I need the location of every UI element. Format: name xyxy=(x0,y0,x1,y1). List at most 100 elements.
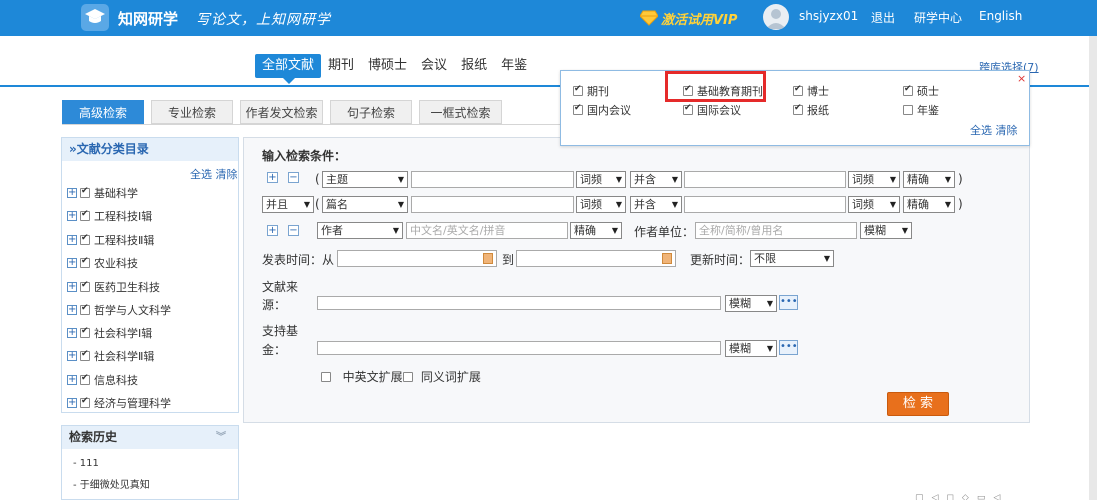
expand-icon[interactable]: + xyxy=(67,258,77,268)
frequency-select-1b[interactable]: 词频 ▼ xyxy=(848,171,900,188)
sidebar-item[interactable]: + 信息科技 xyxy=(67,372,138,388)
history-header[interactable]: 检索历史 ︾ xyxy=(62,426,238,449)
checkbox[interactable] xyxy=(403,371,413,382)
expand-icon[interactable]: + xyxy=(67,282,77,292)
author-unit-input[interactable]: 全称/简称/曾用名 xyxy=(695,222,857,239)
expand-icon[interactable]: + xyxy=(67,235,77,245)
checkbox[interactable] xyxy=(80,280,90,292)
expand-icon[interactable]: + xyxy=(67,211,77,221)
checkbox[interactable] xyxy=(80,186,90,198)
sidebar-item[interactable]: + 社会科学Ⅱ辑 xyxy=(67,348,154,364)
checkbox[interactable] xyxy=(80,349,90,361)
sidebar-select-all[interactable]: 全选 xyxy=(190,168,212,181)
sidebar-item[interactable]: + 工程科技Ⅰ辑 xyxy=(67,208,152,224)
sidebar-item[interactable]: + 工程科技Ⅱ辑 xyxy=(67,232,154,248)
checkbox[interactable] xyxy=(573,84,583,96)
close-icon[interactable]: × xyxy=(1017,72,1026,85)
history-item[interactable]: - 于细微处见真知 xyxy=(73,476,150,491)
sidebar-item[interactable]: + 医药卫生科技 xyxy=(67,279,160,295)
tab-thesis[interactable]: 博硕士 xyxy=(361,54,414,78)
db-option-master[interactable]: 硕士 xyxy=(903,83,939,99)
db-option-domestic-conference[interactable]: 国内会议 xyxy=(573,102,631,118)
db-option-doctor[interactable]: 博士 xyxy=(793,83,829,99)
sidebar-item[interactable]: + 社会科学Ⅰ辑 xyxy=(67,325,152,341)
db-option-intl-conference[interactable]: 国际会议 xyxy=(683,102,741,118)
db-option-newspaper[interactable]: 报纸 xyxy=(793,102,829,118)
source-input[interactable] xyxy=(317,296,721,310)
checkbox[interactable] xyxy=(80,326,90,338)
expand-icon[interactable]: + xyxy=(67,351,77,361)
checkbox[interactable] xyxy=(80,233,90,245)
popup-select-all[interactable]: 全选 xyxy=(970,124,992,137)
calendar-icon[interactable] xyxy=(483,253,493,264)
tab-sentence-search[interactable]: 句子检索 xyxy=(330,100,412,124)
sidebar-item[interactable]: + 哲学与人文科学 xyxy=(67,302,171,318)
source-match-select[interactable]: 模糊 ▼ xyxy=(725,295,777,312)
username[interactable]: shsjyzx01 xyxy=(799,9,858,23)
expand-icon[interactable]: + xyxy=(67,375,77,385)
match-select-1[interactable]: 精确 ▼ xyxy=(903,171,955,188)
checkbox[interactable] xyxy=(573,103,583,115)
checkbox[interactable] xyxy=(80,396,90,408)
fund-match-select[interactable]: 模糊 ▼ xyxy=(725,340,777,357)
sidebar-clear[interactable]: 清除 xyxy=(216,168,238,181)
keyword-input-2b[interactable] xyxy=(684,196,846,213)
cn-en-expand-option[interactable]: 中英文扩展 xyxy=(321,368,403,385)
checkbox[interactable] xyxy=(793,84,803,96)
remove-row-icon[interactable]: − xyxy=(288,172,299,183)
tab-advanced-search[interactable]: 高级检索 xyxy=(62,100,144,124)
sidebar-item[interactable]: + 基础科学 xyxy=(67,185,138,201)
checkbox[interactable] xyxy=(80,373,90,385)
history-item[interactable]: - 111 xyxy=(73,458,99,469)
sidebar-item[interactable]: + 农业科技 xyxy=(67,255,138,271)
english-link[interactable]: English xyxy=(979,9,1022,23)
expand-icon[interactable]: + xyxy=(67,188,77,198)
popup-clear[interactable]: 清除 xyxy=(996,124,1018,137)
field-select-2[interactable]: 篇名 ▼ xyxy=(322,196,408,213)
match-select-2[interactable]: 精确 ▼ xyxy=(903,196,955,213)
logo[interactable] xyxy=(81,4,109,31)
logout-link[interactable]: 退出 xyxy=(871,9,895,26)
field-select-1[interactable]: 主题 ▼ xyxy=(322,171,408,188)
expand-icon[interactable]: + xyxy=(67,305,77,315)
tab-newspaper[interactable]: 报纸 xyxy=(454,54,494,78)
remove-row-icon[interactable]: − xyxy=(288,225,299,236)
avatar[interactable] xyxy=(763,4,789,30)
tab-all-documents[interactable]: 全部文献 xyxy=(255,54,322,78)
tab-author-search[interactable]: 作者发文检索 xyxy=(240,100,323,124)
checkbox[interactable] xyxy=(793,103,803,115)
add-row-icon[interactable]: + xyxy=(267,172,278,183)
date-from-input[interactable] xyxy=(337,250,497,267)
calendar-icon[interactable] xyxy=(662,253,672,264)
page-scrollbar[interactable] xyxy=(1089,36,1097,500)
checkbox[interactable] xyxy=(903,84,913,96)
synonym-expand-option[interactable]: 同义词扩展 xyxy=(403,368,481,385)
tab-yearbook[interactable]: 年鉴 xyxy=(494,54,534,78)
collapse-chevron-icon[interactable]: ︾ xyxy=(216,426,226,449)
brand-name[interactable]: 知网研学 xyxy=(118,8,178,29)
checkbox[interactable] xyxy=(903,105,913,115)
logic-select-1[interactable]: 并含 ▼ xyxy=(630,171,682,188)
frequency-select-1[interactable]: 词频 ▼ xyxy=(576,171,626,188)
vip-link[interactable]: 激活试用VIP xyxy=(640,8,737,28)
checkbox[interactable] xyxy=(80,209,90,221)
expand-icon[interactable]: + xyxy=(67,398,77,408)
search-button[interactable]: 检 索 xyxy=(887,392,949,416)
bool-select-2[interactable]: 并且 ▼ xyxy=(262,196,314,213)
unit-match-select[interactable]: 模糊 ▼ xyxy=(860,222,912,239)
tab-journal[interactable]: 期刊 xyxy=(321,54,361,78)
fund-input[interactable] xyxy=(317,341,721,355)
date-to-input[interactable] xyxy=(516,250,676,267)
keyword-input-2[interactable] xyxy=(411,196,574,213)
tab-conference[interactable]: 会议 xyxy=(414,54,454,78)
db-option-journal[interactable]: 期刊 xyxy=(573,83,609,99)
add-row-icon[interactable]: + xyxy=(267,225,278,236)
checkbox[interactable] xyxy=(321,371,331,382)
tab-single-box-search[interactable]: 一框式检索 xyxy=(419,100,502,124)
checkbox[interactable] xyxy=(80,256,90,268)
update-time-select[interactable]: 不限 ▼ xyxy=(750,250,834,267)
checkbox[interactable] xyxy=(80,303,90,315)
keyword-input-1[interactable] xyxy=(411,171,574,188)
author-name-input[interactable]: 中文名/英文名/拼音 xyxy=(406,222,568,239)
db-option-yearbook[interactable]: 年鉴 xyxy=(903,102,939,118)
